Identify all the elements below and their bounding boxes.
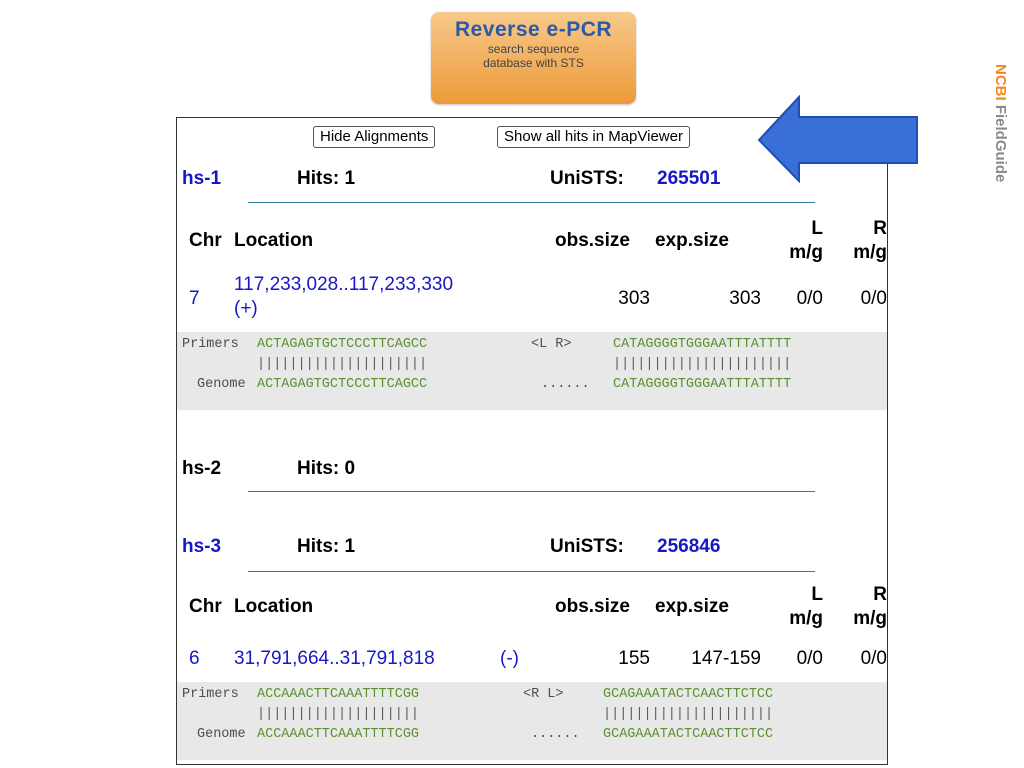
obs-size-value: 155	[618, 648, 650, 669]
match-bars-left: ||||||||||||||||||||	[257, 707, 420, 722]
col-location: Location	[234, 230, 314, 251]
banner-subtitle-1: search sequence	[487, 42, 580, 56]
location-link[interactable]: 31,791,664..31,791,818	[234, 648, 435, 670]
col-r-mg: m/g	[853, 242, 887, 263]
alignment-box: Primers ACCAAACTTCAAATTTTCGG <R L> GCAGA…	[177, 682, 887, 760]
genome-right-seq: GCAGAAATACTCAACTTCTCC	[603, 727, 774, 742]
section-divider	[248, 202, 815, 203]
brand-fieldguide: FieldGuide	[992, 104, 1009, 183]
genome-label: Genome	[197, 377, 246, 392]
primers-label: Primers	[182, 687, 239, 702]
result-name-hs-2: hs-2	[182, 458, 222, 479]
unists-label-hs-3: UniSTS:	[550, 536, 624, 557]
unists-label-hs-1: UniSTS:	[550, 168, 624, 189]
unists-link-hs-3[interactable]: 256846	[657, 536, 720, 558]
banner-subtitle-2: database with STS	[483, 56, 584, 70]
genome-gap-dots: ......	[531, 727, 580, 742]
primer-orientation: <L R>	[531, 337, 572, 352]
col-l-mg: m/g	[789, 608, 823, 629]
l-mg-value: 0/0	[796, 648, 823, 669]
col-exp-size: exp.size	[655, 596, 729, 617]
col-l-mg: m/g	[789, 242, 823, 263]
col-l: L	[811, 218, 823, 239]
col-location: Location	[234, 596, 314, 617]
result-name-hs-1[interactable]: hs-1	[182, 168, 221, 190]
l-mg-value: 0/0	[796, 288, 823, 309]
r-mg-value: 0/0	[860, 288, 887, 309]
primer-right-seq: CATAGGGGTGGGAATTTATTTT	[613, 337, 792, 352]
show-mapviewer-button[interactable]: Show all hits in MapViewer	[497, 126, 690, 148]
section-divider	[248, 491, 815, 492]
col-r: R	[873, 218, 887, 239]
col-r-mg: m/g	[853, 608, 887, 629]
match-bars-right: |||||||||||||||||||||	[603, 707, 774, 722]
genome-left-seq: ACCAAACTTCAAATTTTCGG	[257, 727, 420, 742]
banner-title: Reverse e-PCR	[454, 18, 613, 41]
col-obs-size: obs.size	[555, 230, 630, 251]
strand-indicator: (-)	[500, 648, 519, 669]
col-exp-size: exp.size	[655, 230, 729, 251]
col-obs-size: obs.size	[555, 596, 630, 617]
alignment-box: Primers ACTAGAGTGCTCCCTTCAGCC <L R> CATA…	[177, 332, 887, 410]
result-name-hs-3[interactable]: hs-3	[182, 536, 221, 558]
col-chr: Chr	[189, 596, 222, 617]
obs-size-value: 303	[618, 288, 650, 309]
chr-value: 7	[189, 288, 200, 309]
primer-left-seq: ACCAAACTTCAAATTTTCGG	[257, 687, 420, 702]
genome-label: Genome	[197, 727, 246, 742]
match-bars-right: ||||||||||||||||||||||	[613, 357, 792, 372]
genome-right-seq: CATAGGGGTGGGAATTTATTTT	[613, 377, 792, 392]
genome-left-seq: ACTAGAGTGCTCCCTTCAGCC	[257, 377, 428, 392]
primer-right-seq: GCAGAAATACTCAACTTCTCC	[603, 687, 774, 702]
hide-alignments-button[interactable]: Hide Alignments	[313, 126, 436, 148]
primer-left-seq: ACTAGAGTGCTCCCTTCAGCC	[257, 337, 428, 352]
location-link[interactable]: 117,233,028..117,233,330	[234, 274, 453, 296]
col-r: R	[873, 584, 887, 605]
hits-count-hs-3: Hits: 1	[297, 536, 356, 557]
r-mg-value: 0/0	[860, 648, 887, 669]
section-divider	[248, 571, 815, 572]
callout-arrow-icon	[757, 95, 918, 183]
strand-indicator: (+)	[234, 298, 258, 319]
hits-count-hs-1: Hits: 1	[297, 168, 356, 189]
col-l: L	[811, 584, 823, 605]
results-panel: Hide Alignments Show all hits in MapView…	[176, 117, 888, 765]
ncbi-fieldguide-brand: NCBI FieldGuide	[985, 64, 1009, 244]
brand-ncbi: NCBI	[992, 64, 1009, 101]
col-chr: Chr	[189, 230, 222, 251]
unists-link-hs-1[interactable]: 265501	[657, 168, 720, 190]
exp-size-value: 303	[729, 288, 761, 309]
exp-size-value: 147-159	[691, 648, 761, 669]
reverse-epcr-banner[interactable]: Reverse e-PCR search sequence database w…	[431, 12, 636, 104]
primers-label: Primers	[182, 337, 239, 352]
genome-gap-dots: ......	[541, 377, 590, 392]
match-bars-left: |||||||||||||||||||||	[257, 357, 428, 372]
chr-value: 6	[189, 648, 200, 669]
primer-orientation: <R L>	[523, 687, 564, 702]
hits-count-hs-2: Hits: 0	[297, 458, 356, 479]
